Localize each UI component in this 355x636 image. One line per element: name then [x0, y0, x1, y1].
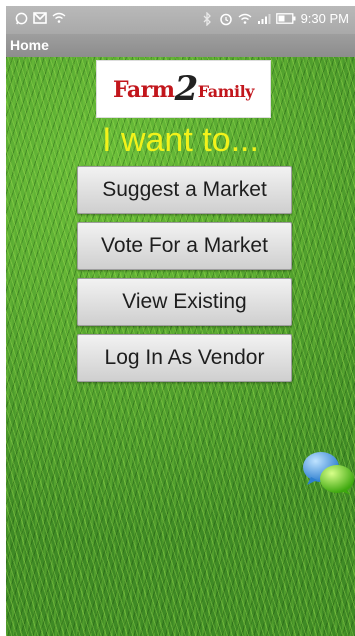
status-bar: 9:30 PM [6, 6, 355, 34]
main-content: Farm2Family I want to... Suggest a Marke… [6, 57, 355, 636]
view-existing-button[interactable]: View Existing [77, 278, 292, 326]
gmail-icon [33, 11, 47, 25]
logo-part-farm: Farm [113, 77, 175, 103]
logo-text: Farm2Family [113, 69, 254, 109]
status-bar-left [14, 11, 66, 25]
wifi-icon [52, 11, 66, 25]
bluetooth-icon [200, 11, 214, 26]
logo-part-2: 2 [174, 69, 199, 109]
suggest-market-button[interactable]: Suggest a Market [77, 166, 292, 214]
wifi-icon [238, 12, 252, 26]
app-bar: Home [6, 34, 355, 57]
alarm-icon [219, 12, 233, 26]
whatsapp-icon [14, 11, 28, 25]
status-time: 9:30 PM [300, 11, 349, 26]
screen: 9:30 PM Home Farm2Family I want to... Su… [6, 6, 355, 636]
signal-icon [257, 12, 271, 26]
logo-part-family: Family [197, 82, 255, 101]
chat-bubbles-icon[interactable] [301, 449, 355, 497]
app-bar-title: Home [10, 37, 49, 53]
farm2family-logo: Farm2Family [97, 61, 270, 117]
vote-market-button[interactable]: Vote For a Market [77, 222, 292, 270]
battery-icon [275, 12, 296, 26]
page-heading: I want to... [102, 121, 259, 159]
status-bar-right: 9:30 PM [200, 11, 349, 26]
vendor-login-button[interactable]: Log In As Vendor [77, 334, 292, 382]
